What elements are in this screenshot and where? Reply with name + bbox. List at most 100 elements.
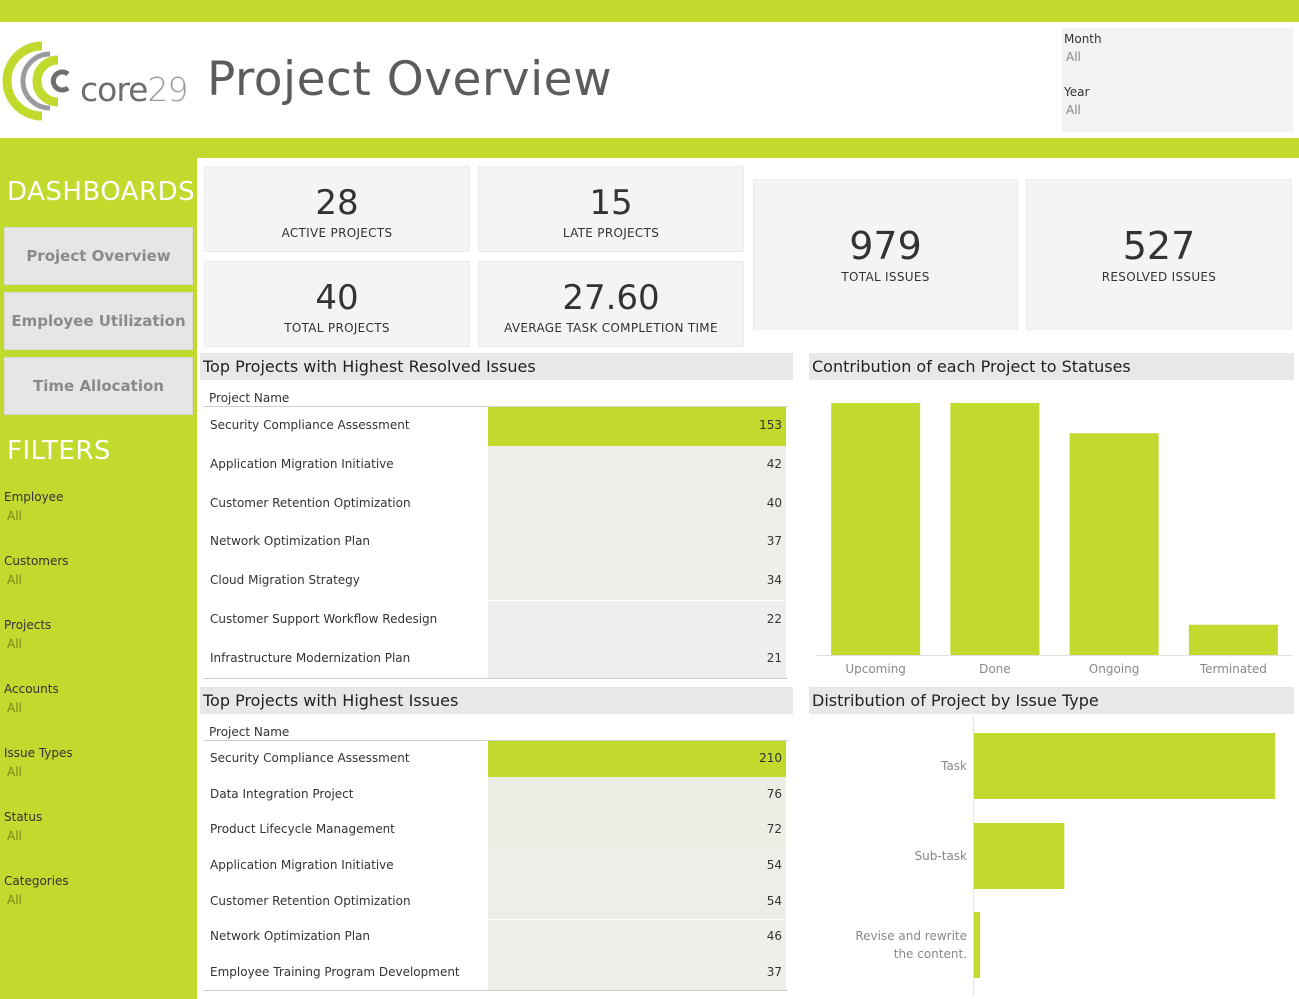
table-row[interactable]: Application Migration Initiative 42 (203, 445, 786, 485)
value-cell: 34 (488, 561, 786, 601)
bar-issue-type[interactable] (974, 733, 1275, 799)
employee-filter-value[interactable]: All (7, 509, 63, 523)
table-row[interactable]: Customer Retention Optimization 40 (203, 484, 786, 524)
kpi-resolved-issues-label: RESOLVED ISSUES (1101, 270, 1217, 284)
issue-count: 42 (766, 457, 782, 472)
project-name: Network Optimization Plan (210, 929, 371, 944)
accounts-filter[interactable]: Accounts All (4, 682, 59, 715)
table-row[interactable]: Customer Support Workflow Redesign 22 (203, 600, 786, 640)
issue-types-filter[interactable]: Issue Types All (4, 746, 73, 779)
issue-types-filter-value[interactable]: All (7, 765, 73, 779)
status-filter-label: Status (4, 810, 43, 824)
issue-type-bar-chart: Task Sub-task Revise and rewrite the conten… (855, 716, 1275, 996)
issues-table: Project Name Security Compliance Assessm… (201, 718, 791, 993)
categories-filter[interactable]: Categories All (4, 874, 69, 907)
project-name: Security Compliance Assessment (210, 750, 410, 765)
table-row[interactable]: Infrastructure Modernization Plan 21 (203, 639, 786, 678)
value-cell: 72 (488, 812, 786, 849)
table-row[interactable]: Cloud Migration Strategy 34 (203, 561, 786, 601)
month-filter-value[interactable]: All (1066, 50, 1102, 64)
table-row[interactable]: Network Optimization Plan 37 (203, 523, 786, 562)
issue-count: 72 (766, 822, 782, 837)
projects-filter[interactable]: Projects All (4, 618, 51, 651)
issues-table-title: Top Projects with Highest Issues (200, 687, 793, 714)
year-filter[interactable]: Year All (1064, 85, 1089, 117)
year-filter-label: Year (1064, 85, 1090, 99)
project-name: Product Lifecycle Management (210, 822, 395, 837)
status-filter[interactable]: Status All (4, 810, 42, 843)
employee-filter[interactable]: Employee All (4, 490, 63, 523)
issue-count: 54 (766, 893, 782, 908)
bar-terminated[interactable] (1188, 624, 1278, 655)
status-bar-chart: Upcoming Done Ongoing Terminated (816, 403, 1293, 676)
categories-filter-label: Categories (4, 874, 69, 888)
table-row[interactable]: Employee Training Program Development 37 (203, 955, 786, 991)
bar-ongoing[interactable] (1069, 433, 1159, 655)
value-cell: 54 (488, 883, 786, 920)
table-row[interactable]: Security Compliance Assessment 153 (203, 407, 786, 446)
header: core29 Project Overview Month All Year A… (0, 22, 1299, 138)
issue-type-chart-title: Distribution of Project by Issue Type (809, 687, 1294, 714)
table-row[interactable]: Data Integration Project 76 (203, 776, 786, 813)
kpi-total-issues-value: 979 (849, 224, 922, 268)
kpi-total-issues: 979 TOTAL ISSUES (753, 179, 1018, 330)
nav-employee-utilization-button[interactable]: Employee Utilization (4, 292, 193, 350)
table-row[interactable]: Network Optimization Plan 46 (203, 919, 786, 956)
project-name: Customer Support Workflow Redesign (210, 611, 438, 626)
issue-count: 40 (766, 495, 782, 510)
project-name: Customer Retention Optimization (210, 495, 411, 510)
project-name: Security Compliance Assessment (210, 418, 410, 433)
resolved-table-column-header[interactable]: Project Name (209, 391, 289, 405)
bar-issue-type[interactable] (974, 912, 981, 978)
status-filter-value[interactable]: All (7, 829, 42, 843)
bar-done[interactable] (950, 403, 1040, 655)
page-title: Project Overview (207, 52, 613, 107)
month-filter-label: Month (1064, 32, 1102, 46)
x-tick-label: Terminated (1199, 662, 1267, 676)
x-tick-label: Upcoming (845, 662, 906, 676)
issue-count: 76 (766, 786, 782, 801)
customers-filter-label: Customers (4, 554, 69, 568)
bar-upcoming[interactable] (831, 403, 921, 655)
customers-filter[interactable]: Customers All (4, 554, 69, 587)
value-cell: 46 (488, 919, 786, 956)
resolved-issues-table-title: Top Projects with Highest Resolved Issue… (200, 353, 793, 380)
kpi-total-projects-value: 40 (315, 278, 359, 318)
issue-types-filter-label: Issue Types (4, 746, 73, 760)
kpi-total-projects: 40 TOTAL PROJECTS (204, 261, 470, 347)
table-row[interactable]: Application Migration Initiative 54 (203, 848, 786, 884)
accounts-filter-value[interactable]: All (7, 701, 59, 715)
core29-logo-mark (2, 41, 70, 121)
value-cell: 21 (488, 639, 786, 678)
project-name: Network Optimization Plan (210, 534, 371, 549)
kpi-active-projects-value: 28 (315, 183, 359, 223)
kpi-late-projects-label: LATE PROJECTS (562, 226, 660, 240)
divider (203, 678, 788, 679)
bar-issue-type[interactable] (974, 823, 1065, 889)
date-filters-panel: Month All Year All (1062, 28, 1293, 132)
kpi-late-projects: 15 LATE PROJECTS (478, 166, 744, 252)
sidebar: DASHBOARDS Project Overview Employee Uti… (0, 158, 197, 999)
project-name: Infrastructure Modernization Plan (210, 650, 411, 665)
table-row[interactable]: Customer Retention Optimization 54 (203, 883, 786, 920)
value-cell: 22 (488, 600, 786, 640)
value-cell: 37 (488, 523, 786, 562)
issue-count: 153 (759, 418, 782, 433)
customers-filter-value[interactable]: All (7, 573, 69, 587)
value-cell: 40 (488, 484, 786, 524)
nav-project-overview-button[interactable]: Project Overview (4, 227, 193, 285)
nav-time-allocation-button[interactable]: Time Allocation (4, 357, 193, 415)
table-row[interactable]: Product Lifecycle Management 72 (203, 812, 786, 849)
value-cell: 37 (488, 955, 786, 991)
projects-filter-value[interactable]: All (7, 637, 51, 651)
month-filter[interactable]: Month All (1064, 32, 1102, 64)
categories-filter-value[interactable]: All (7, 893, 69, 907)
issues-table-column-header[interactable]: Project Name (209, 725, 289, 739)
issue-count: 54 (766, 857, 782, 872)
table-row[interactable]: Security Compliance Assessment 210 (203, 741, 786, 777)
year-filter-value[interactable]: All (1066, 103, 1089, 117)
y-tick-label: Sub-task (915, 849, 967, 863)
project-name: Employee Training Program Development (210, 965, 460, 980)
issue-count: 37 (766, 965, 782, 980)
employee-filter-label: Employee (4, 490, 64, 504)
